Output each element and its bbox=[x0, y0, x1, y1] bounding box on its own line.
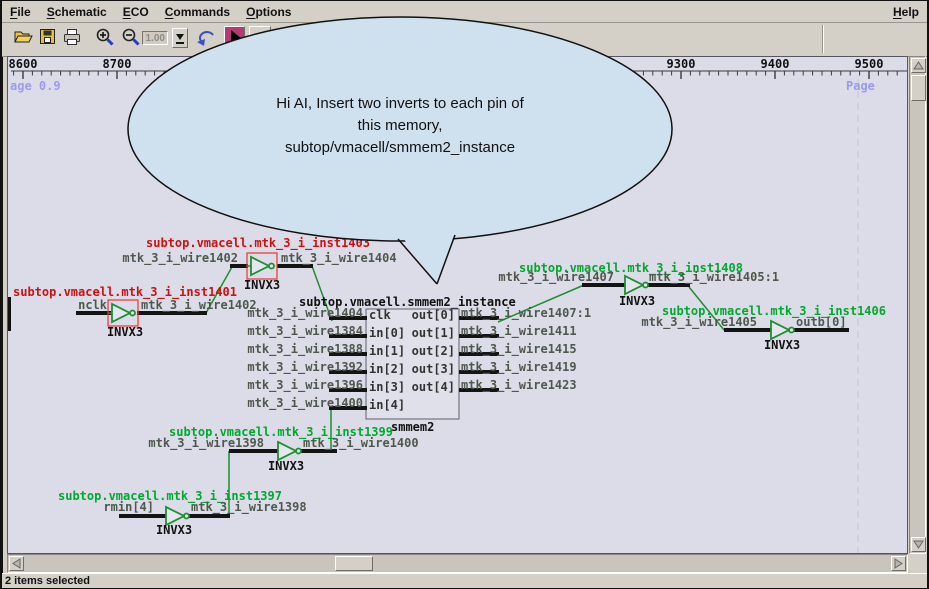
up-arrow-icon bbox=[913, 61, 924, 70]
select-tool-button[interactable] bbox=[224, 26, 245, 51]
horizontal-scroll-thumb[interactable] bbox=[335, 556, 373, 571]
input-net-label: nclk bbox=[78, 298, 108, 312]
input-net-label: mtk_3_i_wire1405 bbox=[641, 315, 757, 330]
zoom-in-icon[interactable] bbox=[95, 27, 115, 49]
print-icon[interactable] bbox=[62, 27, 82, 47]
output-net-label: mtk_3_i_wire1402 bbox=[141, 298, 257, 313]
cell-label: INVX3 bbox=[156, 523, 192, 537]
schematic-canvas[interactable]: 8600 8700 9300 9400 9500 age 0.9 Page bbox=[7, 56, 908, 554]
instance-inst1406[interactable]: subtop.vmacell.mtk_3_i_inst1406 mtk_3_i_… bbox=[641, 304, 886, 352]
ruler-label: 9500 bbox=[855, 57, 884, 71]
save-icon[interactable] bbox=[39, 27, 57, 47]
zoom-level-input[interactable] bbox=[142, 31, 168, 45]
pin-label: out[0] bbox=[412, 308, 455, 322]
pin-label: out[2] bbox=[412, 344, 455, 358]
right-arrow-icon bbox=[894, 558, 903, 569]
scroll-down-button[interactable] bbox=[911, 537, 926, 552]
scroll-left-button[interactable] bbox=[9, 556, 24, 571]
instance-inst1397[interactable]: subtop.vmacell.mtk_3_i_inst1397 rmin[4] … bbox=[58, 489, 307, 537]
toolbar bbox=[2, 23, 927, 57]
pin-label: in[1] bbox=[369, 344, 405, 358]
net-label: mtk_3_i_wire1392 bbox=[247, 360, 363, 375]
menu-schematic[interactable]: Schematic bbox=[39, 3, 115, 21]
output-net-label: mtk_3_i_wire1404 bbox=[281, 251, 397, 266]
ruler-label: 9300 bbox=[667, 57, 696, 71]
ruler: 8600 8700 9300 9400 9500 bbox=[9, 57, 907, 79]
memory-instance-smmem2[interactable]: subtop.vmacell.smmem2_instance mtk_3_i_w… bbox=[247, 295, 591, 434]
menu-file[interactable]: File bbox=[2, 3, 39, 21]
vertical-scroll-thumb[interactable] bbox=[911, 75, 926, 101]
input-net-label: rmin[4] bbox=[103, 500, 154, 514]
page-label-left: age 0.9 bbox=[10, 79, 61, 93]
status-text: 2 items selected bbox=[5, 575, 90, 587]
down-arrow-icon bbox=[913, 540, 924, 549]
menu-eco[interactable]: ECO bbox=[115, 3, 157, 21]
output-net-label: mtk_3_i_wire1400 bbox=[303, 436, 419, 451]
cursor-arrow-icon bbox=[225, 27, 244, 50]
status-bar: 2 items selected bbox=[2, 573, 927, 588]
menu-options[interactable]: Options bbox=[238, 3, 299, 21]
schematic-editor-window: File Schematic ECO Commands Options Help bbox=[0, 0, 929, 589]
page-label-right: Page bbox=[846, 79, 875, 93]
zoom-out-icon[interactable] bbox=[121, 27, 141, 49]
net-label: mtk_3_i_wire1423 bbox=[461, 378, 577, 393]
page-edge-connector bbox=[8, 297, 11, 331]
instance-inst1403[interactable]: subtop.vmacell.mtk_3_i_inst1403 mtk_3_i_… bbox=[122, 236, 396, 292]
cell-label: INVX3 bbox=[107, 325, 143, 339]
undo-icon[interactable] bbox=[196, 29, 218, 47]
cell-label: INVX3 bbox=[619, 294, 655, 308]
pin-label: in[0] bbox=[369, 326, 405, 340]
menu-help[interactable]: Help bbox=[885, 3, 927, 21]
open-icon[interactable] bbox=[12, 27, 34, 47]
menu-bar: File Schematic ECO Commands Options Help bbox=[2, 1, 927, 23]
pin-label: out[1] bbox=[412, 326, 455, 340]
net-label: mtk_3_i_wire1419 bbox=[461, 360, 577, 375]
output-net-label: outb[0] bbox=[796, 315, 847, 329]
input-net-label: mtk_3_i_wire1398 bbox=[148, 436, 264, 451]
pin-label: out[3] bbox=[412, 362, 455, 376]
ruler-label: 8600 bbox=[9, 57, 38, 71]
horizontal-scrollbar[interactable] bbox=[7, 554, 908, 573]
ruler-label: 9400 bbox=[761, 57, 790, 71]
toolbar-divider bbox=[822, 25, 823, 53]
pin-label: in[2] bbox=[369, 362, 405, 376]
pin-label: out[4] bbox=[412, 380, 455, 394]
net-label: mtk_3_i_wire1411 bbox=[461, 324, 577, 339]
net-label: mtk_3_i_wire1404 bbox=[247, 306, 363, 321]
instance-inst1401[interactable]: subtop.vmacell.mtk_3_i_inst1401 nclk mtk… bbox=[13, 285, 257, 339]
instance-label: subtop.vmacell.mtk_3_i_inst1403 bbox=[146, 236, 370, 251]
net-label: mtk_3_i_wire1415 bbox=[461, 342, 577, 357]
vertical-scrollbar[interactable] bbox=[909, 56, 926, 554]
input-net-label: mtk_3_i_wire1402 bbox=[122, 251, 238, 266]
memory-cell-label: smmem2 bbox=[391, 420, 434, 434]
cell-label: INVX3 bbox=[764, 338, 800, 352]
scroll-right-button[interactable] bbox=[891, 556, 906, 571]
net-label: mtk_3_i_wire1388 bbox=[247, 342, 363, 357]
pin-label: in[3] bbox=[369, 380, 405, 394]
net-label: mtk_3_i_wire1407:1 bbox=[461, 306, 591, 321]
net-label: mtk_3_i_wire1396 bbox=[247, 378, 363, 393]
pin-label: clk bbox=[369, 308, 391, 322]
net-label: mtk_3_i_wire1400 bbox=[247, 396, 363, 411]
left-arrow-icon bbox=[12, 558, 21, 569]
cell-label: INVX3 bbox=[244, 278, 280, 292]
cell-label: INVX3 bbox=[268, 459, 304, 473]
menu-commands[interactable]: Commands bbox=[157, 3, 238, 21]
output-net-label: mtk_3_i_wire1405:1 bbox=[649, 270, 779, 285]
output-net-label: mtk_3_i_wire1398 bbox=[191, 500, 307, 515]
input-net-label: mtk_3_i_wire1407 bbox=[498, 270, 614, 285]
zoom-apply-button[interactable] bbox=[172, 28, 188, 48]
scroll-up-button[interactable] bbox=[911, 58, 926, 73]
ruler-label: 8700 bbox=[103, 57, 132, 71]
net-label: mtk_3_i_wire1384 bbox=[247, 324, 363, 339]
pin-label: in[4] bbox=[369, 398, 405, 412]
instance-inst1399[interactable]: subtop.vmacell.mtk_3_i_inst1399 mtk_3_i_… bbox=[148, 425, 418, 473]
hidden-tool-button[interactable] bbox=[249, 26, 271, 51]
instance-inst1408[interactable]: subtop.vmacell.mtk_3_i_inst1408 mtk_3_i_… bbox=[498, 261, 779, 308]
